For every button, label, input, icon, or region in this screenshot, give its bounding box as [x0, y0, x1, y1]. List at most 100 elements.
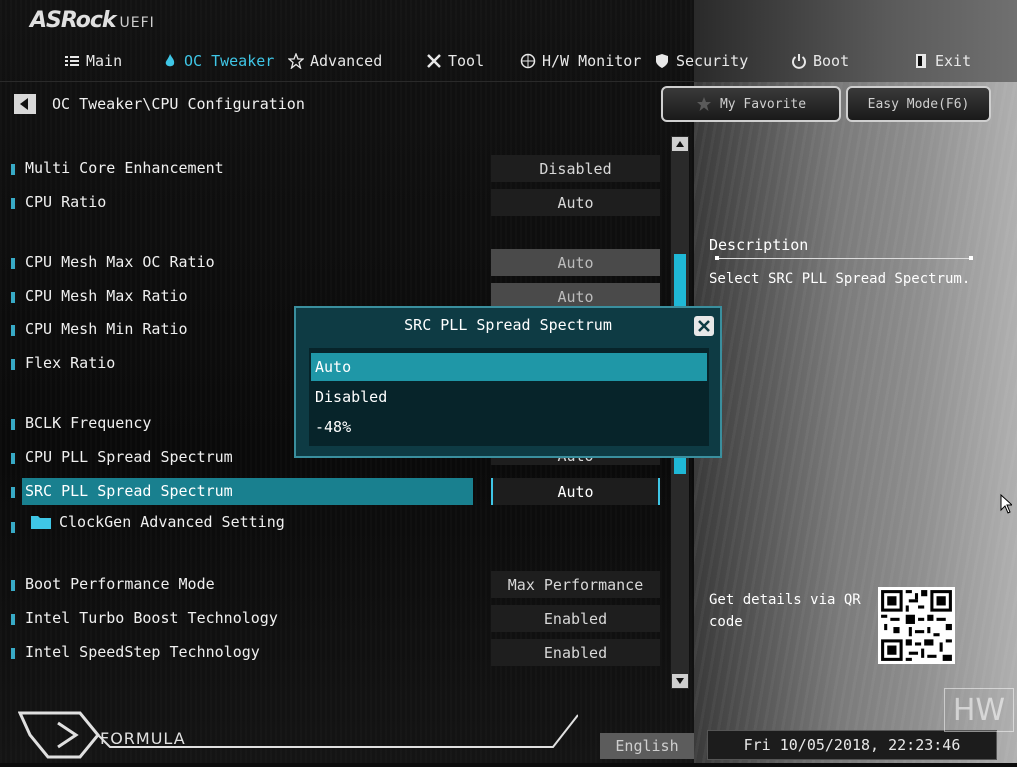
setting-value[interactable]: Auto: [491, 478, 660, 505]
easy-mode-label: Easy Mode(F6): [867, 96, 970, 112]
language-selector[interactable]: English: [600, 733, 694, 759]
qr-code: [878, 587, 955, 664]
setting-label: CPU PLL Spread Spectrum: [25, 448, 233, 466]
popup-option-disabled[interactable]: Disabled: [311, 383, 707, 411]
asrock-logo: ASRock UEFI: [30, 8, 155, 36]
formula-logo-text: FORMULA: [100, 729, 186, 748]
tab-boot-label: Boot: [813, 52, 850, 70]
tab-main-label: Main: [86, 52, 123, 70]
tab-exit[interactable]: Exit: [913, 46, 971, 76]
close-icon: [698, 320, 710, 332]
brand-name: ASRock: [30, 8, 117, 33]
setting-value[interactable]: Disabled: [491, 155, 660, 182]
row-marker: [11, 258, 15, 269]
setting-row-multi-core-enhancement[interactable]: Multi Core Enhancement Disabled: [0, 155, 680, 183]
description-divider: [715, 256, 973, 260]
qr-code-image: [878, 587, 955, 664]
row-marker: [11, 453, 15, 464]
row-marker: [11, 580, 15, 591]
row-marker: [11, 614, 15, 625]
setting-label: SRC PLL Spread Spectrum: [25, 482, 233, 500]
description-panel: [694, 82, 1017, 763]
popup-option-auto[interactable]: Auto: [311, 353, 707, 381]
tab-oc-tweaker[interactable]: OC Tweaker: [162, 46, 274, 76]
scroll-up-button[interactable]: [672, 137, 688, 151]
nav-divider: [0, 81, 694, 82]
formula-logo: FORMULA: [17, 705, 579, 763]
description-text: Select SRC PLL Spread Spectrum.: [709, 271, 971, 287]
setting-value[interactable]: Max Performance: [491, 571, 660, 598]
row-marker: [11, 198, 15, 209]
my-favorite-button[interactable]: My Favorite: [661, 86, 841, 122]
popup-option-minus-48[interactable]: -48%: [311, 413, 707, 441]
setting-value[interactable]: Auto: [491, 249, 660, 276]
tab-tool[interactable]: Tool: [426, 46, 484, 76]
setting-row-intel-speedstep[interactable]: Intel SpeedStep Technology Enabled: [0, 639, 680, 667]
row-marker: [11, 419, 15, 430]
folder-icon: [31, 516, 51, 529]
tab-hw-monitor[interactable]: H/W Monitor: [520, 46, 641, 76]
tab-oc-tweaker-label: OC Tweaker: [184, 52, 275, 70]
setting-row-clockgen-advanced[interactable]: ClockGen Advanced Setting: [0, 509, 680, 537]
setting-row-boot-performance-mode[interactable]: Boot Performance Mode Max Performance: [0, 571, 680, 599]
setting-label: Intel Turbo Boost Technology: [25, 609, 278, 627]
setting-value[interactable]: Enabled: [491, 605, 660, 632]
shield-icon: [656, 54, 668, 68]
exit-icon: [916, 54, 926, 68]
row-marker: [11, 164, 15, 175]
datetime-display: Fri 10/05/2018, 22:23:46: [707, 730, 997, 760]
tab-exit-label: Exit: [935, 52, 972, 70]
tab-main[interactable]: Main: [64, 46, 122, 76]
popup-close-button[interactable]: [694, 316, 714, 336]
tab-boot[interactable]: Boot: [791, 46, 849, 76]
setting-label: CPU Mesh Min Ratio: [25, 320, 188, 338]
mouse-cursor-icon: [1000, 494, 1012, 514]
power-icon: [792, 54, 806, 69]
setting-row-intel-turbo-boost[interactable]: Intel Turbo Boost Technology Enabled: [0, 605, 680, 633]
main-nav: Main OC Tweaker Advanced Tool H/W Monito…: [0, 46, 1017, 80]
monitor-icon: [520, 53, 536, 69]
arrow-up-icon: [676, 141, 684, 147]
setting-label: ClockGen Advanced Setting: [59, 513, 285, 531]
setting-row-src-pll-spread-spectrum[interactable]: SRC PLL Spread Spectrum Auto: [0, 478, 680, 506]
tab-advanced-label: Advanced: [310, 52, 383, 70]
qr-caption: Get details via QR code: [709, 592, 861, 630]
row-marker: [11, 325, 15, 336]
setting-row-cpu-ratio[interactable]: CPU Ratio Auto: [0, 189, 680, 217]
row-marker: [11, 292, 15, 303]
setting-value[interactable]: Auto: [491, 189, 660, 216]
scroll-down-button[interactable]: [672, 674, 688, 688]
star-icon: [696, 97, 711, 111]
description-title: Description: [709, 236, 809, 254]
popup-option-list: Auto Disabled -48%: [309, 348, 709, 446]
tab-advanced[interactable]: Advanced: [288, 46, 382, 76]
setting-label: CPU Mesh Max OC Ratio: [25, 253, 215, 271]
setting-value[interactable]: Enabled: [491, 639, 660, 666]
star-icon: [288, 53, 304, 69]
tab-security-label: Security: [676, 52, 749, 70]
setting-label: CPU Mesh Max Ratio: [25, 287, 188, 305]
flame-icon: [165, 54, 175, 67]
row-marker: [11, 522, 15, 533]
watermark: HW: [944, 688, 1014, 732]
option-popup: SRC PLL Spread Spectrum Auto Disabled -4…: [294, 306, 722, 458]
breadcrumb: OC Tweaker\CPU Configuration: [52, 95, 305, 113]
setting-label: Multi Core Enhancement: [25, 159, 224, 177]
row-marker: [11, 487, 15, 498]
back-button[interactable]: [14, 94, 36, 114]
setting-label: BCLK Frequency: [25, 414, 152, 432]
setting-label: Intel SpeedStep Technology: [25, 643, 260, 661]
arrow-left-icon: [20, 98, 28, 110]
tools-icon: [427, 54, 441, 68]
setting-row-cpu-mesh-max-oc-ratio[interactable]: CPU Mesh Max OC Ratio Auto: [0, 249, 680, 277]
row-marker: [11, 359, 15, 370]
tab-security[interactable]: Security: [654, 46, 748, 76]
row-marker: [11, 648, 15, 659]
setting-label: Boot Performance Mode: [25, 575, 215, 593]
setting-label: Flex Ratio: [25, 354, 116, 372]
tab-tool-label: Tool: [448, 52, 485, 70]
brand-suffix: UEFI: [119, 15, 155, 31]
easy-mode-button[interactable]: Easy Mode(F6): [846, 86, 991, 122]
arrow-down-icon: [676, 678, 684, 684]
popup-title: SRC PLL Spread Spectrum: [404, 316, 612, 334]
